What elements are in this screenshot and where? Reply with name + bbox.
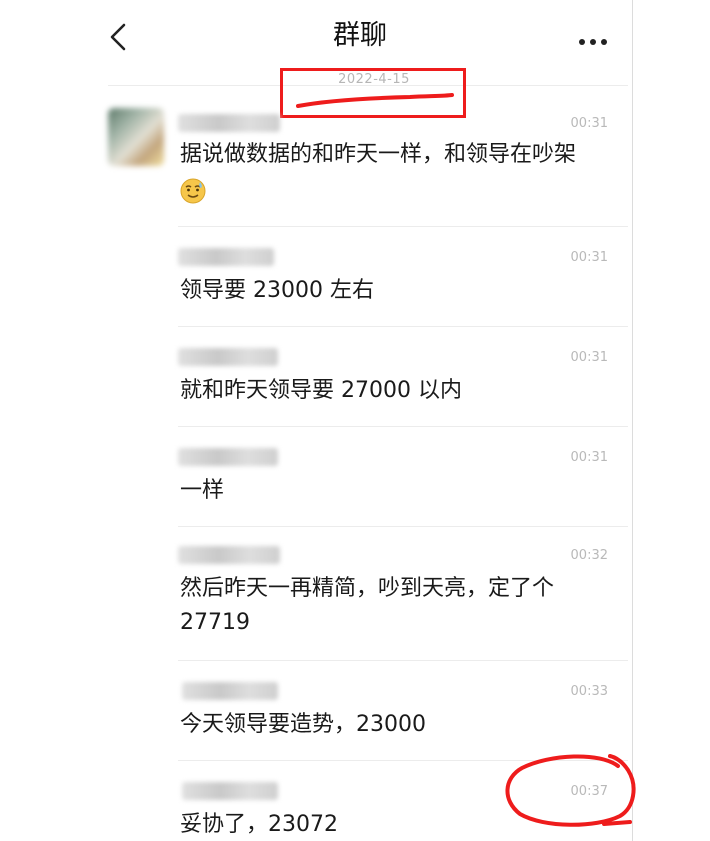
- message-text: 今天领导要造势，23000: [180, 712, 426, 737]
- message-text: 领导要 23000 左右: [180, 278, 374, 303]
- message-text: 就和昨天领导要 27000 以内: [180, 378, 462, 403]
- message-divider: [178, 526, 628, 527]
- message-time: 00:31: [570, 450, 608, 465]
- red-annotation-underline: [296, 93, 454, 108]
- chevron-left-icon[interactable]: [106, 22, 132, 52]
- message-time: 00:31: [570, 116, 608, 131]
- chat-screen: 群聊 2022-4-15 00:31 据说做数据的和昨天一样，和领导在吵架 00…: [0, 0, 710, 841]
- avatar[interactable]: [108, 108, 164, 166]
- sweat-smile-emoji: [180, 178, 206, 204]
- message-divider: [178, 326, 628, 327]
- screen-edge: [632, 0, 633, 841]
- sender-name-blurred: [178, 448, 278, 466]
- sender-name-blurred: [178, 348, 278, 366]
- message-divider: [178, 226, 628, 227]
- message-time: 00:31: [570, 350, 608, 365]
- message-divider: [178, 660, 628, 661]
- red-annotation-circle: [505, 754, 636, 827]
- page-title: 群聊: [333, 20, 387, 51]
- message-time: 00:33: [570, 684, 608, 699]
- sender-name-blurred: [182, 682, 278, 700]
- message-time: 00:32: [570, 548, 608, 563]
- message-text: 一样: [180, 478, 225, 503]
- message-divider: [178, 426, 628, 427]
- message-text: 据说做数据的和昨天一样，和领导在吵架: [180, 142, 577, 167]
- message-time: 00:31: [570, 250, 608, 265]
- sender-name-blurred: [178, 248, 274, 266]
- sender-name-blurred: [182, 782, 278, 800]
- more-dots-icon[interactable]: [578, 31, 608, 45]
- sender-name-blurred: [178, 114, 280, 132]
- message-text: 然后昨天一再精简，吵到天亮，定了个 27719: [180, 576, 555, 635]
- sender-name-blurred: [178, 546, 280, 564]
